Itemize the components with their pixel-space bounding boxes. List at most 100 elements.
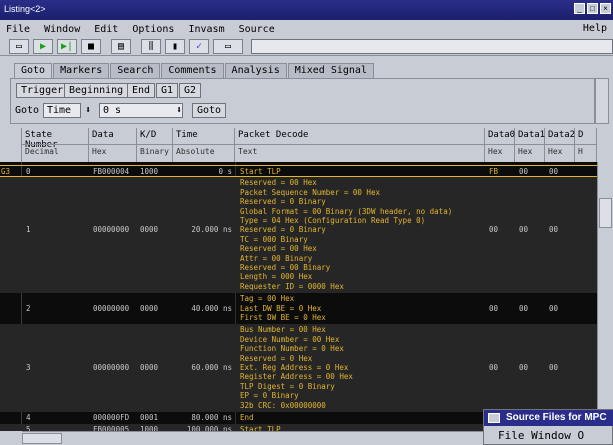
listing-scrollbar[interactable] bbox=[597, 162, 613, 431]
open-icon[interactable]: ▭ bbox=[9, 39, 29, 54]
col-name: Data2 bbox=[548, 130, 576, 140]
window-controls: _ □ × bbox=[574, 3, 611, 14]
run-icon[interactable]: ▶ bbox=[33, 39, 53, 54]
kd-value: 1000 bbox=[140, 167, 159, 176]
table-row[interactable]: 1 00000000 0000 20.000 ns Reserved = 00 Hex P… bbox=[0, 177, 597, 294]
col-sub: Hex bbox=[488, 147, 503, 156]
header-data1[interactable]: Data1 Hex bbox=[515, 128, 545, 162]
data1-value: 00 bbox=[519, 362, 529, 372]
minimize-icon[interactable]: _ bbox=[574, 3, 585, 14]
col-sub: Text bbox=[238, 147, 258, 156]
menu-window[interactable]: Window bbox=[38, 24, 88, 35]
table-row[interactable]: 2 00000000 0000 40.000 ns Tag = 00 Hex Last D… bbox=[0, 293, 597, 324]
listing-rows: G3 0 FB000004 1000 0 s Start TLP FB 00 00 1 000000… bbox=[0, 162, 597, 431]
columns-icon[interactable]: ⫼ bbox=[141, 39, 161, 54]
time-value: 60.000 ns bbox=[191, 362, 232, 372]
data0-value: 00 bbox=[489, 303, 499, 313]
packet-decode-line: Reserved = 0 Binary bbox=[240, 225, 326, 235]
window-menu-icon[interactable] bbox=[488, 413, 500, 423]
header-state-number[interactable]: State Number Decimal bbox=[22, 128, 89, 162]
packet-decode-line: Reserved = 00 Hex bbox=[240, 178, 317, 188]
menu-edit[interactable]: Edit bbox=[88, 24, 126, 35]
listing-scrollbar-thumb[interactable] bbox=[599, 198, 612, 228]
header-kd[interactable]: K/D Binary bbox=[137, 128, 173, 162]
close-icon[interactable]: × bbox=[600, 3, 611, 14]
header-data3[interactable]: DH bbox=[575, 128, 597, 162]
packet-decode-line: EP = 0 Binary bbox=[240, 391, 299, 401]
end-button[interactable]: End bbox=[127, 83, 156, 98]
goto-pane-scrollbar[interactable] bbox=[595, 78, 609, 124]
source-files-menu[interactable]: File Window O bbox=[498, 429, 584, 442]
packet-decode-line: Attr = 00 Binary bbox=[240, 253, 313, 263]
header-data[interactable]: Data Hex bbox=[89, 128, 137, 162]
packet-decode-line: Start TLP bbox=[240, 167, 281, 176]
goto-value-input[interactable]: 0 s bbox=[99, 103, 183, 118]
tab-search[interactable]: Search bbox=[110, 63, 161, 78]
menu-file[interactable]: File bbox=[0, 24, 38, 35]
listing-icon[interactable]: ▤ bbox=[111, 39, 131, 54]
source-files-window[interactable]: Source Files for MPC File Window O bbox=[483, 409, 613, 445]
g1-button[interactable]: G1 bbox=[156, 83, 179, 98]
tab-mixed-signal[interactable]: Mixed Signal bbox=[287, 63, 374, 78]
packet-decode-line: End bbox=[240, 413, 254, 422]
packet-decode-line: First DW BE = 0 Hex bbox=[240, 312, 326, 322]
data-value: 00000000 bbox=[93, 362, 130, 372]
packet-decode-line: Reserved = 0 Binary bbox=[240, 197, 326, 207]
col-sub: Hex bbox=[548, 147, 563, 156]
time-value: 0 s bbox=[218, 167, 232, 176]
data2-value: 00 bbox=[549, 167, 559, 176]
col-sub: Absolute bbox=[176, 147, 215, 156]
data2-value: 00 bbox=[549, 303, 559, 313]
maximize-icon[interactable]: □ bbox=[587, 3, 598, 14]
col-name: K/D bbox=[140, 130, 157, 140]
tab-markers[interactable]: Markers bbox=[53, 63, 110, 78]
goto-type-select[interactable]: Time bbox=[43, 103, 81, 118]
col-sub: H bbox=[578, 147, 583, 156]
col-name: Time bbox=[176, 130, 198, 140]
state-number: 3 bbox=[26, 362, 31, 372]
col-name: Data0 bbox=[488, 130, 516, 140]
state-number: 0 bbox=[26, 167, 31, 176]
header-packet-decode[interactable]: Packet Decode Text bbox=[235, 128, 485, 162]
packet-decode-line: Global Format = 00 Binary (3DW header, n… bbox=[240, 206, 453, 216]
display-icon[interactable]: ▭ bbox=[213, 39, 243, 54]
packet-decode-line: Tag = 00 Hex bbox=[240, 294, 295, 304]
table-row[interactable]: 3 00000000 0000 60.000 ns Bus Number = 00 He… bbox=[0, 324, 597, 412]
menu-invasm[interactable]: Invasm bbox=[182, 24, 232, 35]
marker-icon[interactable]: ▮ bbox=[165, 39, 185, 54]
menu-source[interactable]: Source bbox=[233, 24, 283, 35]
horizontal-scrollbar-thumb[interactable] bbox=[22, 433, 62, 444]
packet-decode-line: Function Number = 0 Hex bbox=[240, 344, 344, 354]
tab-comments[interactable]: Comments bbox=[161, 63, 224, 78]
g2-button[interactable]: G2 bbox=[179, 83, 202, 98]
table-row[interactable]: G3 0 FB000004 1000 0 s Start TLP FB 00 00 bbox=[0, 165, 597, 178]
toolbar-field[interactable] bbox=[251, 39, 613, 54]
beginning-button[interactable]: Beginning bbox=[64, 83, 129, 98]
run-repetitive-icon[interactable]: ▶| bbox=[57, 39, 77, 54]
header-time[interactable]: Time Absolute bbox=[173, 128, 235, 162]
goto-button[interactable]: Goto bbox=[192, 103, 227, 118]
packet-decode-line: Register Address = 00 Hex bbox=[240, 372, 353, 382]
packet-decode-line: TC = 000 Binary bbox=[240, 234, 308, 244]
goto-type-arrow-icon[interactable]: ⬇ bbox=[85, 104, 91, 117]
menu-options[interactable]: Options bbox=[126, 24, 182, 35]
col-sub: Hex bbox=[92, 147, 107, 156]
data2-value: 00 bbox=[549, 225, 559, 235]
menu-help[interactable]: Help bbox=[583, 23, 607, 34]
kd-value: 0000 bbox=[140, 362, 159, 372]
goto-value-arrow-icon[interactable]: ⬇ bbox=[176, 104, 182, 117]
goto-value-text: 0 s bbox=[103, 105, 122, 116]
packet-decode-line: Reserved = 0 Hex bbox=[240, 353, 313, 363]
trigger-button[interactable]: Trigger bbox=[16, 83, 69, 98]
header-data0[interactable]: Data0 Hex bbox=[485, 128, 515, 162]
stop-icon[interactable]: ■ bbox=[81, 39, 101, 54]
header-gutter bbox=[0, 128, 22, 162]
tab-goto[interactable]: Goto bbox=[14, 63, 53, 78]
data-value: FB000004 bbox=[93, 167, 130, 176]
tab-analysis[interactable]: Analysis bbox=[224, 63, 287, 78]
packet-decode-line: 32b CRC: 0x00000000 bbox=[240, 400, 326, 410]
header-data2[interactable]: Data2 Hex bbox=[545, 128, 575, 162]
col-name: Data1 bbox=[518, 130, 546, 140]
check-icon[interactable]: ✓ bbox=[189, 39, 209, 54]
time-value: 40.000 ns bbox=[191, 303, 232, 313]
